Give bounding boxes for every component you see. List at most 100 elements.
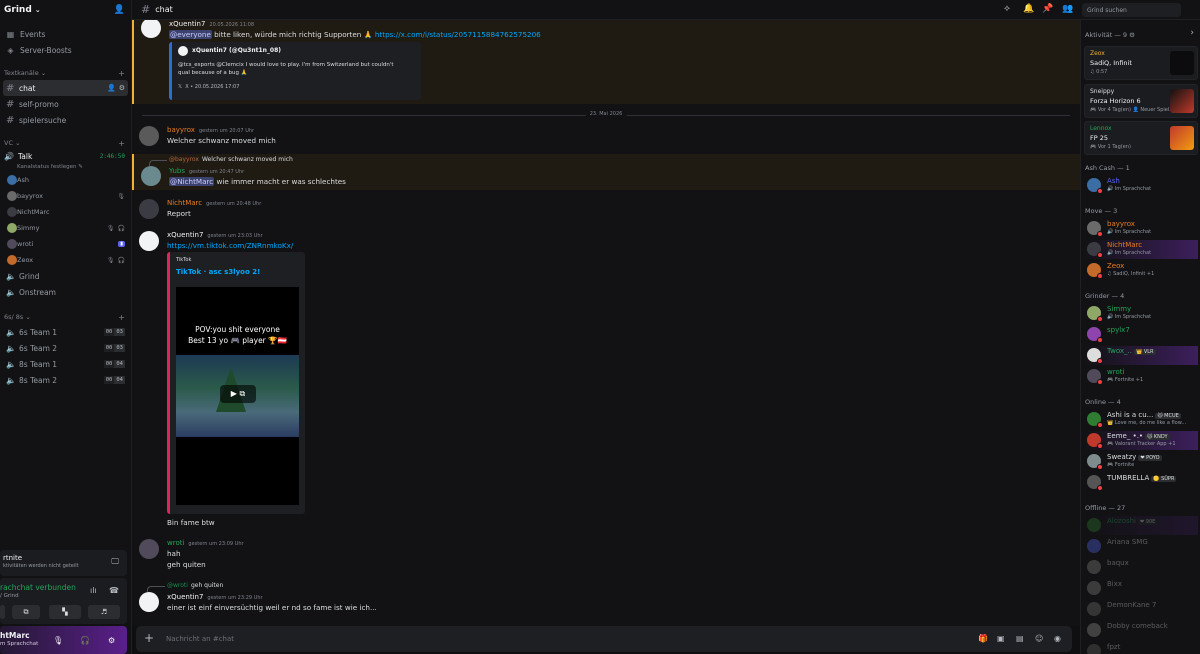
message-link[interactable]: https://vm.tiktok.com/ZNRnmkoKx/ bbox=[167, 241, 293, 250]
voice-channel-team[interactable]: 🔈 8s Team 2 00 04 bbox=[3, 372, 128, 388]
voice-user[interactable]: Zeox 🎙 🎧 bbox=[0, 252, 131, 268]
message-author[interactable]: bayyrox gestern um 20:07 Uhr bbox=[167, 126, 254, 134]
pin-icon[interactable]: 📌 bbox=[1042, 4, 1053, 14]
gif-icon[interactable]: ▣ bbox=[997, 634, 1005, 643]
category-text-channels[interactable]: Textkanäle ⌄ + bbox=[0, 66, 131, 80]
add-channel-icon[interactable]: + bbox=[118, 69, 125, 78]
voice-channel-team[interactable]: 🔈 8s Team 1 00 04 bbox=[3, 356, 128, 372]
member-item[interactable]: Ariana SMG bbox=[1084, 537, 1198, 556]
avatar[interactable] bbox=[139, 539, 159, 559]
mention[interactable]: @everyone bbox=[169, 30, 212, 39]
soundboard-button[interactable]: ♬ bbox=[88, 605, 120, 619]
member-item[interactable]: DemonKane 7 bbox=[1084, 600, 1198, 619]
sidebar-item-events[interactable]: ▦ Events bbox=[0, 26, 131, 42]
member-item[interactable]: Dobby comeback bbox=[1084, 621, 1198, 640]
camera-button[interactable] bbox=[0, 605, 5, 619]
threads-icon[interactable]: ⟡ bbox=[1004, 4, 1010, 14]
voice-user[interactable]: Simmy 🎙 🎧 bbox=[0, 220, 131, 236]
microphone-icon[interactable]: 🎙 bbox=[53, 636, 63, 645]
add-channel-icon[interactable]: + bbox=[118, 139, 125, 148]
invite-people-icon[interactable]: 👤 bbox=[114, 5, 125, 15]
sticker-icon[interactable]: ▤ bbox=[1016, 634, 1024, 643]
member-item[interactable]: bayyrox 🔊 Im Sprachchat bbox=[1084, 219, 1198, 238]
message-author[interactable]: NichtMarc gestern um 20:48 Uhr bbox=[167, 199, 261, 207]
avatar[interactable] bbox=[139, 126, 159, 146]
activities-button[interactable]: ▚ bbox=[49, 605, 81, 619]
voice-user[interactable]: bayyrox 🎙 bbox=[0, 188, 131, 204]
embed-author[interactable]: xQuentin7 (@Qu3nt1n_08) bbox=[192, 47, 281, 54]
channel-chat[interactable]: # chat 👤 ⚙ bbox=[3, 80, 128, 96]
member-item[interactable]: Bixx bbox=[1084, 579, 1198, 598]
category-teams[interactable]: 6s/ 8s ⌄ + bbox=[0, 310, 131, 324]
message-input[interactable] bbox=[166, 632, 866, 646]
member-item[interactable]: spylx7 bbox=[1084, 325, 1198, 344]
message-author[interactable]: wroti gestern um 23:09 Uhr bbox=[167, 539, 244, 547]
activity-card[interactable]: Zeox SadiQ, Infinit ♫ 0:57 bbox=[1084, 46, 1198, 80]
category-vc[interactable]: VC ⌄ + bbox=[0, 136, 131, 150]
message-author[interactable]: xQuentin7 gestern um 23:29 Uhr bbox=[167, 593, 263, 601]
member-item[interactable]: fpzt bbox=[1084, 642, 1198, 654]
member-item[interactable]: Sweatzy ❤ POYO 🎮 Fortnite bbox=[1084, 452, 1198, 471]
avatar[interactable] bbox=[139, 231, 159, 251]
user-status: m Sprachchat bbox=[0, 641, 39, 647]
member-item[interactable]: wroti 🎮 Fortnite +1 bbox=[1084, 367, 1198, 386]
member-item[interactable]: Zeox ♫ SadiQ, Infinit +1 bbox=[1084, 261, 1198, 280]
message-link[interactable]: https://x.com/i/status/20571158847625752… bbox=[375, 30, 541, 39]
avatar[interactable] bbox=[139, 199, 159, 219]
activity-card[interactable]: Lennox FP 25 🎮 Vor 1 Tag(en) bbox=[1084, 121, 1198, 155]
voice-wave-icon[interactable]: ılı bbox=[90, 586, 97, 595]
member-item[interactable]: baqux bbox=[1084, 558, 1198, 577]
member-list-icon[interactable]: 👥 bbox=[1062, 4, 1073, 14]
member-item[interactable]: TUMBRELLA 🟡 SÜPR bbox=[1084, 473, 1198, 492]
member-item[interactable]: Twox_.. 👑 VLR bbox=[1084, 346, 1198, 365]
member-item[interactable]: Eeme_ •.• 🐱 KNDY 🎮 Valorant Tracker App +1 bbox=[1084, 431, 1198, 450]
disconnect-icon[interactable]: ☎ bbox=[109, 586, 119, 595]
bell-icon[interactable]: 🔔 bbox=[1023, 4, 1034, 14]
video-thumbnail[interactable]: POV:you shit everyone Best 13 yo 🎮 playe… bbox=[176, 287, 299, 505]
message-author[interactable]: Yubs gestern um 20:47 Uhr bbox=[169, 167, 244, 175]
activity-card[interactable]: Sneippy Forza Horizon 6 🎮 Vor 4 Tag(en) 👤 … bbox=[1084, 84, 1198, 118]
emoji-icon[interactable]: ☺ bbox=[1035, 634, 1043, 643]
search-input[interactable] bbox=[1082, 3, 1181, 17]
screenshare-button[interactable]: ⧉ bbox=[12, 605, 40, 619]
sidebar-item-server-boosts[interactable]: ◈ Server-Boosts bbox=[0, 42, 131, 58]
gift-icon[interactable]: 🎁 bbox=[978, 634, 988, 643]
voice-user[interactable]: NichtMarc bbox=[0, 204, 131, 220]
voice-channel-team[interactable]: 🔈 6s Team 2 00 03 bbox=[3, 340, 128, 356]
voice-user[interactable]: Ash bbox=[0, 172, 131, 188]
member-item[interactable]: Ash 🔊 Im Sprachchat bbox=[1084, 176, 1198, 195]
reply-preview[interactable]: @wroti geh quiten bbox=[147, 582, 223, 592]
avatar[interactable] bbox=[141, 166, 161, 186]
mention[interactable]: @NichtMarc bbox=[169, 177, 215, 186]
reply-preview[interactable]: @bayyrox Welcher schwanz moved mich bbox=[149, 156, 293, 166]
message-author[interactable]: xQuentin7 gestern um 23:03 Uhr bbox=[167, 231, 263, 239]
voice-channel-onstream[interactable]: 🔈 Onstream bbox=[3, 284, 128, 300]
play-icon[interactable]: ▶ ⧉ bbox=[220, 385, 256, 403]
apps-icon[interactable]: ◉ bbox=[1054, 634, 1061, 643]
add-channel-icon[interactable]: + bbox=[118, 313, 125, 322]
message-author[interactable]: xQuentin7 20.05.2026 11:08 bbox=[169, 20, 254, 28]
chevron-right-icon[interactable]: › bbox=[1190, 28, 1194, 38]
voice-channel-team[interactable]: 🔈 6s Team 1 00 03 bbox=[3, 324, 128, 340]
avatar[interactable] bbox=[139, 592, 159, 612]
activity-icon[interactable]: 🖵 bbox=[111, 557, 119, 567]
status-dot bbox=[1097, 252, 1103, 258]
embed-title[interactable]: TikTok · asc s3lyoo 2! bbox=[176, 268, 260, 276]
invite-icon[interactable]: 👤 bbox=[107, 84, 116, 92]
voice-channel-talk[interactable]: 🔊 Talk 2:46:50 bbox=[0, 150, 131, 163]
member-item[interactable]: Alozoshi ❤ 90E bbox=[1084, 516, 1198, 535]
voice-user[interactable]: wroti ▮ bbox=[0, 236, 131, 252]
channel-self-promo[interactable]: # self-promo bbox=[3, 96, 128, 112]
channel-spielersuche[interactable]: # spielersuche bbox=[3, 112, 128, 128]
voice-channel-status[interactable]: Kanalstatus festlegen ✎ bbox=[0, 163, 131, 172]
member-item[interactable]: Simmy 🔊 Im Sprachchat bbox=[1084, 304, 1198, 323]
voice-channel-grind[interactable]: 🔈 Grind bbox=[3, 268, 128, 284]
server-header[interactable]: Grind ⌄ 👤 bbox=[0, 0, 131, 20]
gear-icon[interactable]: ⚙ bbox=[119, 84, 125, 92]
add-attachment-icon[interactable]: + bbox=[144, 631, 154, 645]
member-item[interactable]: Ashi is a cu... 🐱 MCUE 👑 Love me, do me li… bbox=[1084, 410, 1198, 429]
gear-icon[interactable]: ⚙ bbox=[108, 636, 115, 645]
headphones-icon[interactable]: 🎧 bbox=[80, 636, 90, 645]
member-item[interactable]: NichtMarc 🔊 Im Sprachchat bbox=[1084, 240, 1198, 259]
avatar[interactable] bbox=[141, 20, 161, 38]
